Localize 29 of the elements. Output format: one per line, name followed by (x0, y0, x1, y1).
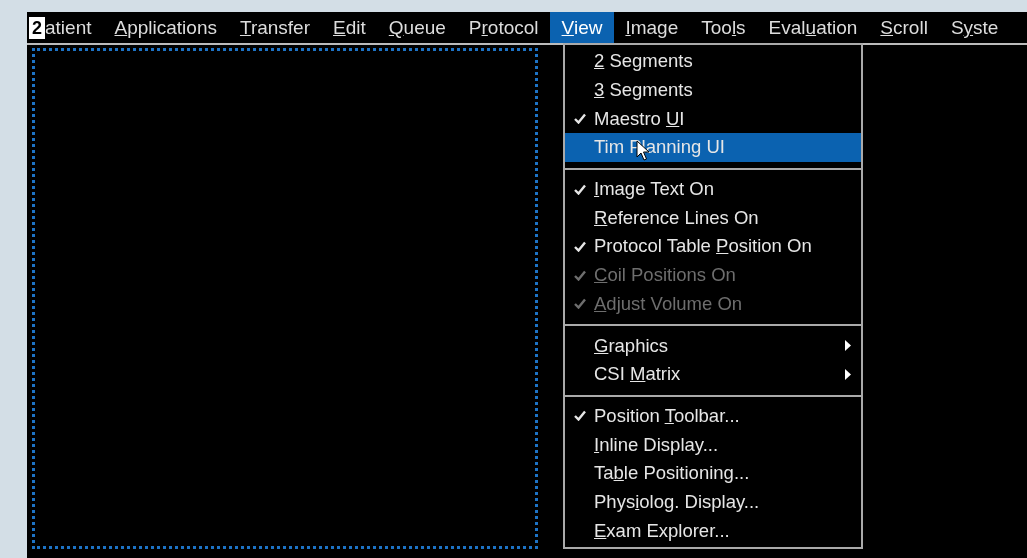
menu-option[interactable]: 3 Segments (565, 75, 861, 105)
menu-option[interactable]: Maestro UI (565, 104, 861, 134)
menu-item[interactable]: Evaluation (757, 12, 869, 43)
menu-option[interactable]: Protocol Table Position On (565, 232, 861, 261)
menu-option[interactable]: Image Text On (565, 174, 861, 204)
menu-option[interactable]: 2 Segments (565, 47, 861, 76)
menu-option[interactable]: Table Positioning... (565, 458, 861, 488)
submenu-arrow-icon (845, 340, 851, 352)
image-segment[interactable] (32, 48, 538, 549)
menu-item[interactable]: Tools (689, 12, 758, 43)
menu-option[interactable]: Physiolog. Display... (565, 487, 861, 517)
menu-item[interactable]: Applications (103, 12, 229, 43)
menu-item[interactable]: Protocol (457, 12, 551, 43)
menu-item[interactable]: Image (613, 12, 690, 43)
menu-item[interactable]: Edit (321, 12, 378, 43)
menu-option[interactable]: Inline Display... (565, 430, 861, 459)
menu-option[interactable]: Graphics (565, 331, 861, 360)
menu-item[interactable]: Scroll (868, 12, 940, 43)
menu-item[interactable]: View (550, 12, 614, 43)
menu-option[interactable]: Position Toolbar... (565, 401, 861, 431)
badge: 2 (29, 16, 45, 39)
menu-item[interactable]: Syste (939, 12, 1010, 43)
menu-option[interactable]: Exam Explorer... (565, 516, 861, 545)
submenu-arrow-icon (845, 368, 851, 380)
menu-item[interactable]: atient (45, 12, 103, 43)
menu-option[interactable]: Reference Lines On (565, 203, 861, 233)
menu-item[interactable]: Transfer (228, 12, 322, 43)
menu-option[interactable]: CSI Matrix (565, 359, 861, 389)
menu-item[interactable]: Queue (377, 12, 458, 43)
